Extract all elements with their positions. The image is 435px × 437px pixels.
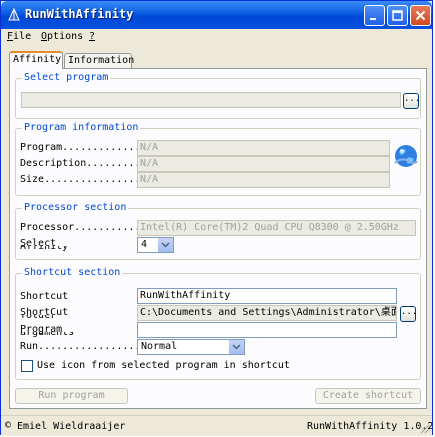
tab-affinity[interactable]: Affinity: [9, 51, 63, 69]
program-information-title: Program information: [22, 122, 141, 133]
program-arguments-input[interactable]: [137, 322, 397, 338]
program-information-group: Program information Program.............…: [15, 122, 421, 196]
title-bar[interactable]: RunWithAffinity: [1, 1, 432, 29]
processor-field: Intel(R) Core(TM)2 Quad CPU Q8300 @ 2.50…: [137, 220, 416, 236]
program-name-field: N/A: [137, 140, 390, 156]
menu-help[interactable]: ?: [89, 31, 95, 42]
menu-options[interactable]: Options: [41, 31, 83, 42]
menu-bar: File Options ?: [1, 29, 432, 47]
program-label: Program..............: [20, 142, 147, 153]
tab-information[interactable]: Information: [64, 53, 134, 68]
run-mode-value: Normal: [141, 341, 178, 352]
shortcut-folder-label-cut: folder: [20, 315, 56, 320]
minimize-icon: [370, 18, 376, 20]
size-label: Size.................: [20, 174, 147, 185]
use-icon-checkbox-label[interactable]: Use icon from selected program in shortc…: [37, 360, 290, 371]
close-icon: [415, 10, 426, 21]
close-button[interactable]: [410, 5, 431, 26]
description-label: Description..........: [20, 158, 147, 169]
minimize-button[interactable]: [364, 5, 385, 26]
globe-icon: [394, 145, 418, 167]
resize-grip-icon[interactable]: [419, 423, 430, 434]
shortcut-label: Shortcut: [20, 291, 69, 302]
run-program-button[interactable]: Run program: [15, 388, 128, 404]
processor-section-title: Processor section: [22, 202, 129, 213]
create-shortcut-button[interactable]: Create shortcut: [315, 388, 421, 404]
processor-label: Processor...........: [20, 222, 141, 233]
copyright-icon: ©: [5, 420, 12, 431]
select-affinity-label-cut: Affinity: [20, 246, 68, 251]
affinity-select-value: 4: [141, 239, 148, 250]
menu-file-label: ile: [13, 31, 32, 42]
menu-options-label: ptions: [47, 31, 84, 42]
shortcut-folder-input[interactable]: C:\Documents and Settings\Administrator\…: [137, 305, 397, 321]
affinity-select-arrow[interactable]: [157, 238, 173, 252]
menu-file[interactable]: File: [7, 31, 31, 42]
app-window: RunWithAffinity File Options ? Affinity …: [0, 0, 434, 436]
browse-program-button[interactable]: ...: [403, 93, 420, 109]
description-field: N/A: [137, 156, 390, 172]
window-title: RunWithAffinity: [25, 7, 134, 21]
chevron-down-icon: [232, 344, 241, 350]
run-mode-select[interactable]: Normal: [137, 339, 245, 355]
run-mode-arrow[interactable]: [228, 340, 244, 354]
maximize-button[interactable]: [387, 5, 408, 26]
program-arguments-label-cut: arguments: [20, 332, 74, 337]
app-icon: [8, 7, 20, 21]
processor-section-group: Processor section Processor........... I…: [15, 202, 421, 260]
affinity-select[interactable]: 4: [137, 237, 174, 253]
use-icon-checkbox[interactable]: [21, 360, 33, 372]
run-label: Run..................: [20, 341, 147, 352]
select-program-group: Select program ...: [15, 72, 421, 119]
size-field: N/A: [137, 172, 390, 188]
program-path-input[interactable]: [21, 92, 401, 108]
author-text: Emiel Wieldraaijer: [17, 421, 126, 432]
shortcut-section-group: Shortcut section Shortcut RunWithAffinit…: [15, 267, 421, 380]
shortcut-section-title: Shortcut section: [22, 267, 123, 278]
chevron-down-icon: [161, 242, 170, 248]
select-program-title: Select program: [22, 72, 111, 83]
affinity-panel: Select program ... Program information P…: [9, 68, 427, 409]
maximize-icon: [392, 10, 403, 21]
menu-help-key: ?: [89, 31, 96, 42]
browse-folder-button[interactable]: ...: [400, 306, 417, 322]
status-bar: © Emiel Wieldraaijer RunWithAffinity 1.0…: [1, 415, 434, 436]
shortcut-name-input[interactable]: RunWithAffinity: [137, 288, 397, 304]
version-text: RunWithAffinity 1.0.2: [307, 421, 434, 432]
